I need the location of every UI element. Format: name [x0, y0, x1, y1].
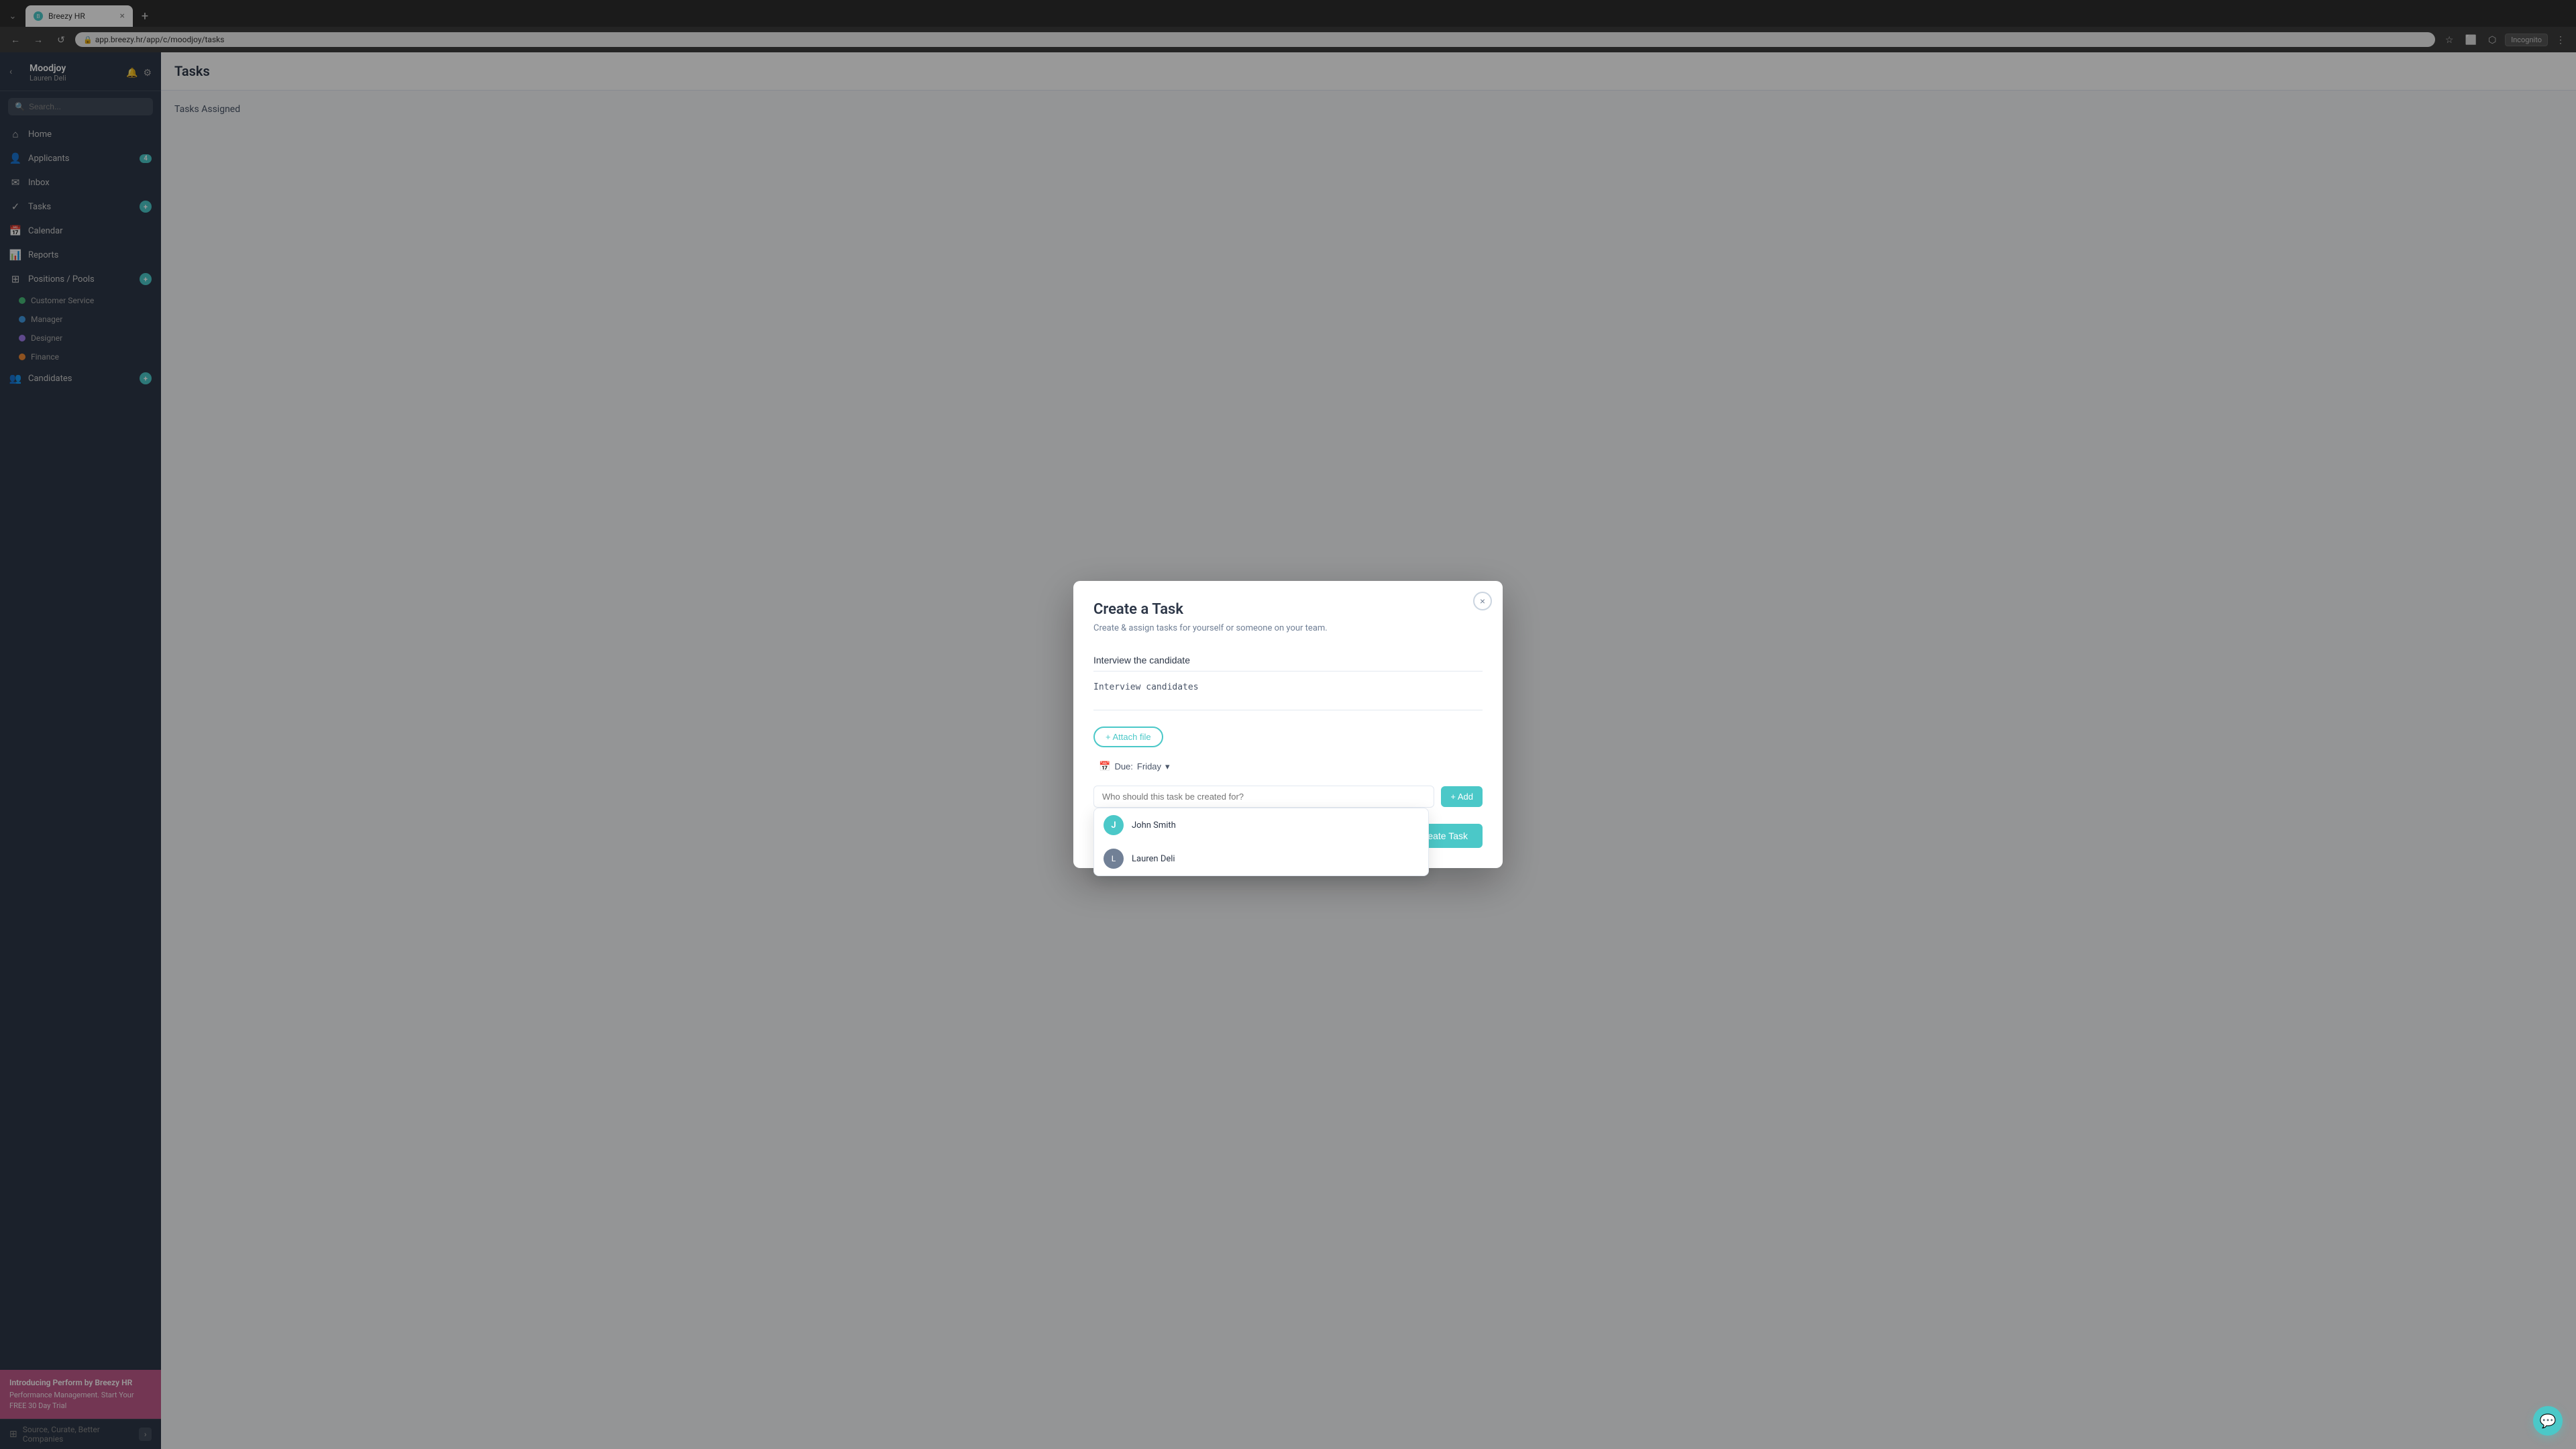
assignee-name: Lauren Deli [1132, 854, 1175, 864]
chevron-down-icon: ▾ [1165, 761, 1170, 772]
avatar: J [1104, 815, 1124, 835]
close-icon: × [1480, 596, 1485, 606]
assign-row: + Add J John Smith L Lauren Deli [1093, 786, 1483, 808]
assignee-dropdown: J John Smith L Lauren Deli [1093, 808, 1429, 876]
chat-icon: 💬 [2540, 1413, 2557, 1429]
modal-title: Create a Task [1093, 601, 1483, 618]
avatar: L [1104, 849, 1124, 869]
due-date-row: 📅 Due: Friday ▾ [1093, 758, 1483, 775]
assignee-lauren-deli[interactable]: L Lauren Deli [1094, 842, 1428, 875]
modal-subtitle: Create & assign tasks for yourself or so… [1093, 623, 1483, 633]
assignee-john-smith[interactable]: J John Smith [1094, 808, 1428, 842]
due-value: Friday [1137, 761, 1161, 771]
modal-close-button[interactable]: × [1473, 592, 1492, 610]
chat-bubble-button[interactable]: 💬 [2533, 1406, 2563, 1436]
modal-overlay: Create a Task Create & assign tasks for … [0, 0, 2576, 1449]
assign-input[interactable] [1093, 786, 1434, 808]
task-title-input[interactable] [1093, 649, 1483, 672]
due-label: Due: [1114, 761, 1132, 771]
add-assignee-button[interactable]: + Add [1441, 786, 1483, 807]
calendar-icon: 📅 [1099, 761, 1110, 772]
due-date-button[interactable]: 📅 Due: Friday ▾ [1093, 758, 1175, 775]
attach-file-button[interactable]: + Attach file [1093, 727, 1163, 747]
task-description-input[interactable] [1093, 677, 1483, 710]
create-task-modal: Create a Task Create & assign tasks for … [1073, 581, 1503, 868]
assignee-name: John Smith [1132, 820, 1176, 830]
